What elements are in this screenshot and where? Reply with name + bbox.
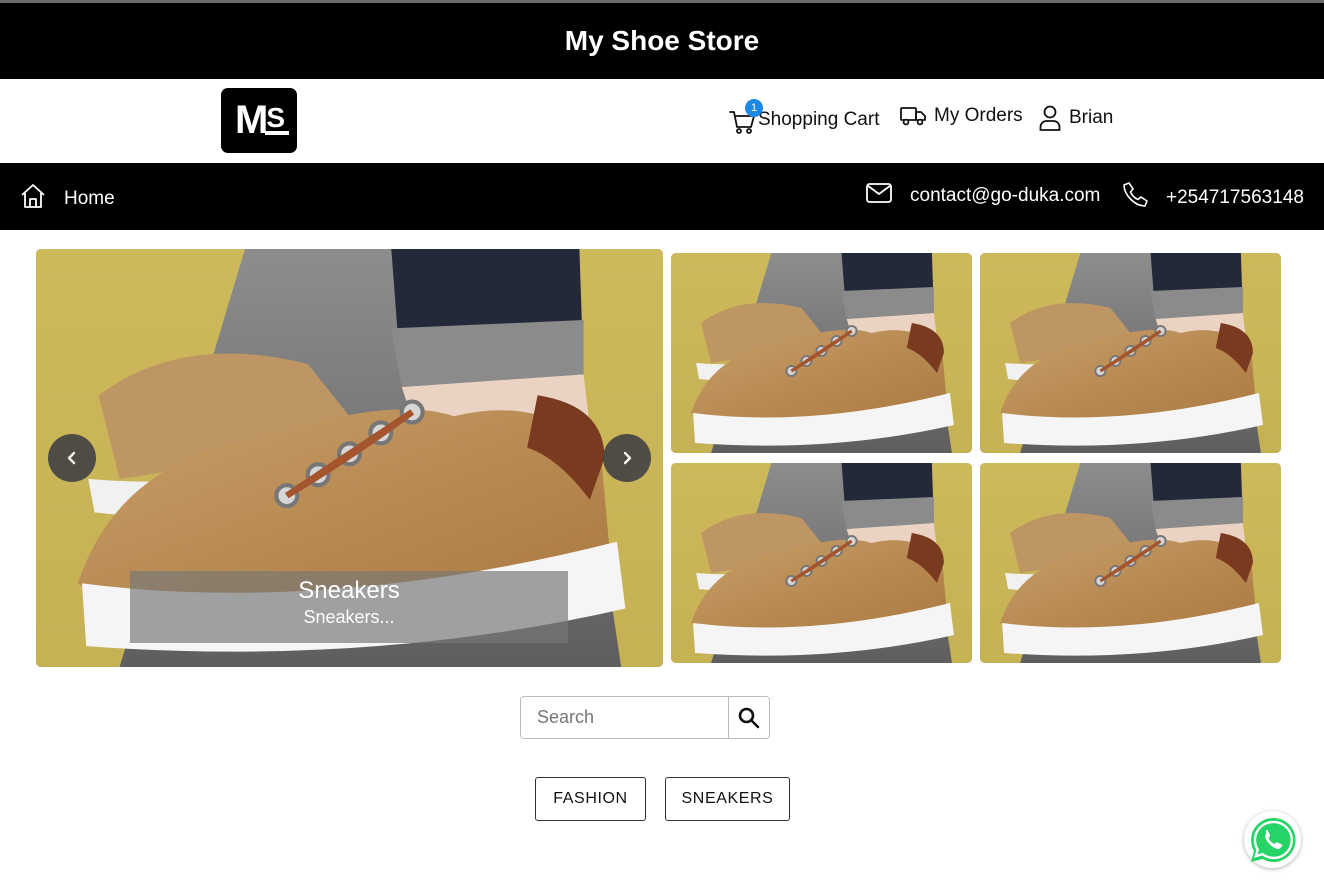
- contact-phone-link[interactable]: +254717563148: [1122, 181, 1304, 215]
- header: MS 1 Shopping Cart My Orders Brian: [0, 79, 1324, 163]
- category-sneakers-button[interactable]: SNEAKERS: [665, 777, 790, 821]
- chevron-left-icon: [67, 451, 76, 465]
- carousel-prev-button[interactable]: [48, 434, 96, 482]
- product-thumbnail[interactable]: [980, 463, 1281, 663]
- nav-home-link[interactable]: Home: [20, 183, 115, 215]
- whatsapp-chat-button[interactable]: [1244, 811, 1301, 868]
- carousel-caption: Sneakers Sneakers...: [130, 571, 568, 643]
- logo-text: MS: [234, 98, 285, 142]
- navigation-bar: Home contact@go-duka.com +254717563148: [0, 163, 1324, 230]
- product-thumbnail[interactable]: [671, 463, 972, 663]
- phone-icon: [1122, 181, 1166, 215]
- user-name-label: Brian: [1069, 107, 1114, 128]
- truck-icon: [900, 105, 934, 127]
- home-icon: [20, 183, 64, 215]
- category-fashion-button[interactable]: FASHION: [535, 777, 646, 821]
- nav-home-label: Home: [64, 188, 115, 209]
- product-thumbnail[interactable]: [671, 253, 972, 453]
- shopping-cart-label: Shopping Cart: [758, 109, 880, 130]
- carousel-next-button[interactable]: [603, 434, 651, 482]
- my-orders-link[interactable]: My Orders: [900, 105, 1023, 127]
- thumbnail-image: [980, 463, 1281, 663]
- thumbnail-image: [980, 253, 1281, 453]
- chevron-right-icon: [623, 451, 632, 465]
- cart-count-badge: 1: [745, 99, 763, 117]
- contact-phone: +254717563148: [1166, 187, 1304, 208]
- shopping-cart-link[interactable]: 1 Shopping Cart: [728, 99, 880, 135]
- contact-email-link[interactable]: contact@go-duka.com: [866, 183, 1100, 209]
- whatsapp-icon: [1250, 817, 1296, 862]
- envelope-icon: [866, 183, 910, 209]
- product-carousel: Sneakers Sneakers...: [36, 249, 663, 667]
- store-title: My Shoe Store: [564, 25, 760, 56]
- caption-title: Sneakers: [298, 577, 400, 604]
- thumbnail-image: [671, 253, 972, 453]
- product-thumbnail[interactable]: [980, 253, 1281, 453]
- search-button[interactable]: [728, 697, 769, 738]
- contact-email: contact@go-duka.com: [910, 185, 1101, 206]
- logo-underline: [265, 131, 289, 135]
- user-account-link[interactable]: Brian: [1039, 105, 1113, 131]
- shopping-cart-icon: 1: [728, 99, 763, 135]
- store-logo[interactable]: MS: [221, 88, 297, 153]
- thumbnail-image: [671, 463, 972, 663]
- search-input[interactable]: [521, 697, 728, 738]
- magnifier-icon: [738, 707, 760, 728]
- caption-subtitle: Sneakers...: [303, 607, 395, 627]
- my-orders-label: My Orders: [934, 105, 1023, 126]
- search-bar: [520, 696, 770, 739]
- user-icon: [1039, 105, 1069, 131]
- store-title-bar: My Shoe Store: [0, 3, 1324, 79]
